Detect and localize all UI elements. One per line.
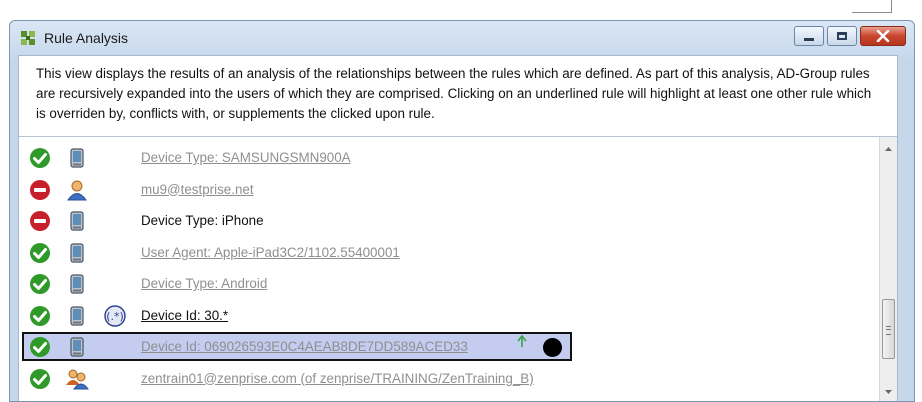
thumb-grip-icon: [886, 326, 891, 335]
rule-row-selected[interactable]: Device Id: 069026593E0C4AEAB8DE7DD589ACE…: [19, 332, 889, 362]
rule-row[interactable]: (.*) Device Id: 30.*: [19, 301, 889, 331]
description-text: This view displays the results of an ana…: [36, 66, 872, 121]
maximize-button[interactable]: [827, 26, 857, 46]
rule-row[interactable]: mu9@testprise.net: [19, 175, 889, 205]
title-bar[interactable]: Rule Analysis: [10, 21, 914, 55]
black-dot-marker: [543, 338, 562, 357]
allowed-check-icon: [29, 368, 51, 390]
corner-line: [891, 0, 892, 12]
window-title: Rule Analysis: [44, 30, 129, 46]
vertical-scrollbar[interactable]: [879, 137, 897, 401]
mobile-device-icon: [65, 147, 89, 169]
mobile-device-icon: [65, 305, 89, 327]
rule-label[interactable]: Device Id: 069026593E0C4AEAB8DE7DD589ACE…: [141, 339, 468, 354]
allowed-check-icon: [29, 147, 51, 169]
rule-row[interactable]: zentrain01@zenprise.com (of zenprise/TRA…: [19, 364, 889, 394]
scroll-up-arrow-icon[interactable]: [880, 143, 897, 155]
rule-label[interactable]: mu9@testprise.net: [141, 182, 254, 197]
blocked-icon: [29, 179, 51, 201]
rule-row[interactable]: User Agent: Apple-iPad3C2/1102.55400001: [19, 238, 889, 268]
rule-analysis-app-icon: [21, 31, 35, 45]
rule-list[interactable]: Device Type: SAMSUNGSMN900A mu9@testprise…: [19, 136, 897, 401]
corner-line: [852, 12, 892, 13]
mobile-device-icon: [65, 210, 89, 232]
mobile-device-icon: [65, 273, 89, 295]
user-icon: [65, 179, 89, 201]
close-icon: [876, 30, 890, 42]
maximize-icon: [837, 32, 847, 40]
rule-analysis-window: Rule Analysis This view displays the res…: [9, 20, 915, 402]
rule-row[interactable]: Device Type: Android: [19, 269, 889, 299]
allowed-check-icon: [29, 273, 51, 295]
allowed-check-icon: [29, 242, 51, 264]
rule-row[interactable]: Device Type: SAMSUNGSMN900A: [19, 143, 889, 173]
minimize-icon: [804, 37, 814, 41]
scrollbar-thumb[interactable]: [882, 299, 895, 359]
rule-label[interactable]: Device Id: 30.*: [141, 308, 228, 323]
rule-row[interactable]: Device Type: iPhone: [19, 206, 889, 236]
scroll-down-arrow-icon[interactable]: [880, 386, 897, 398]
allowed-check-icon: [29, 336, 51, 358]
rule-label[interactable]: zentrain01@zenprise.com (of zenprise/TRA…: [141, 371, 534, 386]
mobile-device-icon: [65, 336, 89, 358]
regex-icon: (.*): [104, 304, 126, 327]
rule-label[interactable]: User Agent: Apple-iPad3C2/1102.55400001: [141, 245, 400, 260]
up-arrow-icon: [517, 334, 527, 347]
rule-label[interactable]: Device Type: Android: [141, 276, 267, 291]
rule-label[interactable]: Device Type: SAMSUNGSMN900A: [141, 150, 351, 165]
blocked-icon: [29, 210, 51, 232]
mobile-device-icon: [65, 242, 89, 264]
group-icon: [65, 368, 89, 390]
close-button[interactable]: [860, 26, 906, 46]
allowed-check-icon: [29, 305, 51, 327]
rule-label: Device Type: iPhone: [141, 213, 264, 228]
window-client-area: This view displays the results of an ana…: [18, 55, 898, 401]
svg-text:(.*): (.*): [106, 310, 124, 323]
minimize-button[interactable]: [794, 26, 824, 46]
